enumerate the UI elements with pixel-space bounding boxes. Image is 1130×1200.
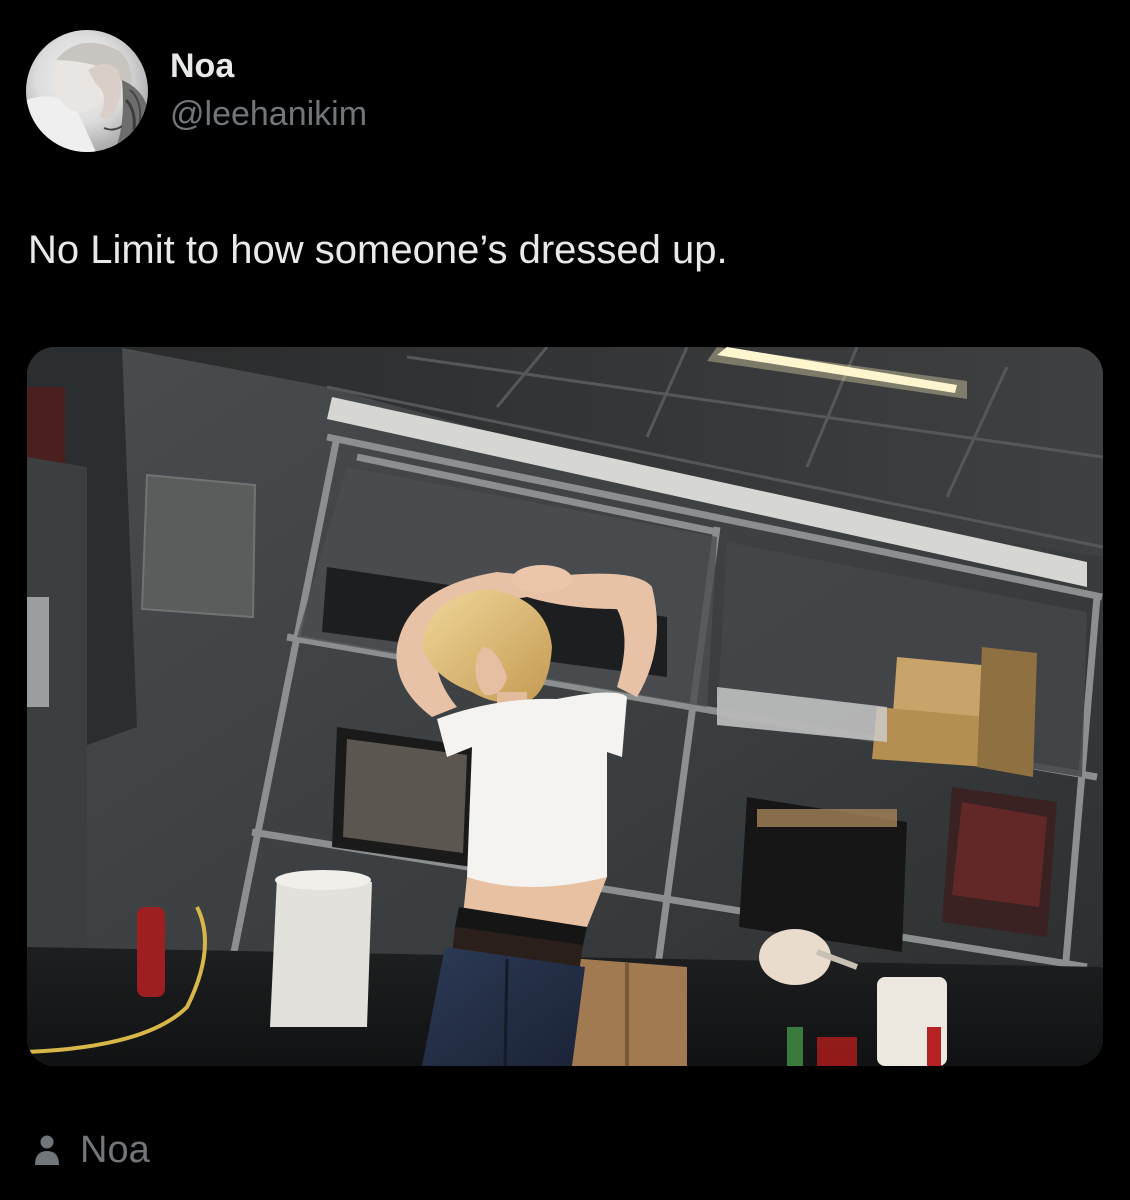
author-block: Noa @leehanikim — [170, 45, 367, 137]
post-text: No Limit to how someone’s dressed up. — [28, 228, 728, 272]
post-header: Noa @leehanikim — [26, 28, 367, 154]
media-attribution[interactable]: Noa — [34, 1126, 150, 1174]
author-display-name[interactable]: Noa — [170, 45, 367, 87]
person-icon — [35, 1135, 59, 1165]
attribution-name: Noa — [80, 1129, 150, 1171]
media-photo — [27, 347, 1103, 1066]
avatar-image — [26, 42, 148, 152]
avatar[interactable] — [26, 30, 148, 152]
author-handle[interactable]: @leehanikim — [170, 91, 367, 137]
post-media[interactable] — [27, 347, 1103, 1066]
